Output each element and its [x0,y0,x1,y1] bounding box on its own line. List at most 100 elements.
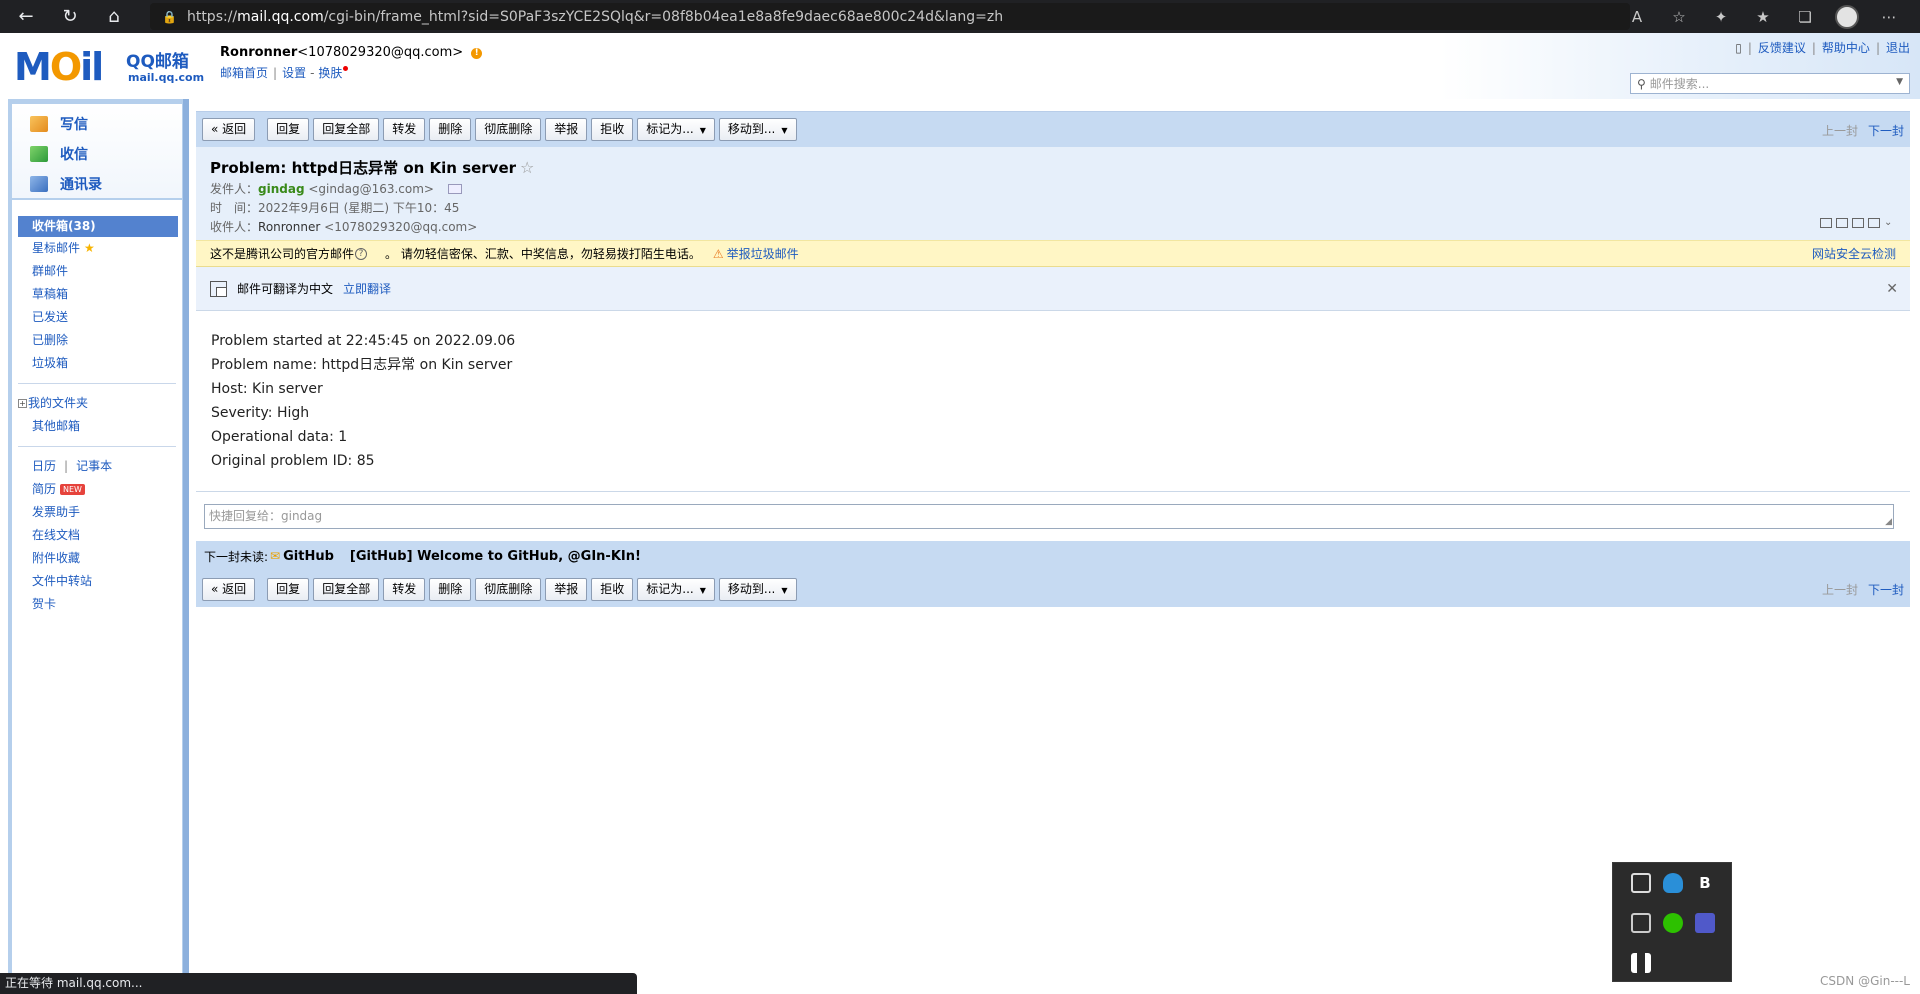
back-icon[interactable]: ← [8,0,44,33]
settings-link[interactable]: 设置 [282,66,306,80]
notes-link[interactable]: 记事本 [76,459,112,473]
profile-avatar[interactable] [1826,0,1868,33]
export-icon[interactable] [1852,218,1864,228]
cloud-check-link[interactable]: 网站安全云检测 [1812,245,1896,262]
close-icon[interactable]: ✕ [1886,281,1898,297]
refresh-icon[interactable]: ↻ [52,0,88,33]
prev-mail-link[interactable]: 上一封 [1822,124,1858,138]
resume-link[interactable]: 简历 NEW [12,478,182,501]
sidebar: 写信 收信 通讯录 收件箱(38) 星标邮件 ★ 群邮件 草稿箱 已发送 已删除 … [12,104,182,994]
folder-spam[interactable]: 垃圾箱 [12,352,182,375]
folder-drafts[interactable]: 草稿箱 [12,283,182,306]
typora-icon[interactable]: B [1695,873,1715,893]
qq-mail-logo[interactable]: MOil QQ邮箱 mail.qq.com [14,45,204,91]
quick-reply-input[interactable]: 快捷回复给：gindag ◢ [204,504,1894,529]
contacts-button[interactable]: 通讯录 [30,174,102,194]
reply-all-button[interactable]: 回复全部 [313,577,380,601]
copy-app-icon[interactable] [1631,913,1651,933]
new-badge: NEW [60,484,85,495]
folder-other-mail[interactable]: 其他邮箱 [12,415,182,438]
next-mail-link[interactable]: 下一封 [1868,124,1904,138]
search-dropdown-icon[interactable]: ▼ [1896,77,1903,87]
bookmark-app-icon[interactable] [1631,953,1651,973]
expand-icon[interactable]: + [18,399,27,408]
chevron-down-icon: ▼ [781,126,788,135]
feedback-link[interactable]: 反馈建议 [1758,41,1806,55]
mail-search-input[interactable]: ⚲ 邮件搜索... ▼ [1630,73,1910,94]
delete-permanently-button[interactable]: 彻底删除 [475,118,542,141]
divider [18,446,176,447]
mark-as-dropdown[interactable]: 标记为... ▼ [637,577,715,601]
forward-button[interactable]: 转发 [383,577,426,601]
chevron-down-icon: ▼ [699,585,706,595]
folder-sent[interactable]: 已发送 [12,306,182,329]
read-aloud-icon[interactable]: A [1616,0,1658,33]
teams-icon[interactable] [1695,913,1715,933]
tool-cards[interactable]: 贺卡 [12,593,182,616]
folder-inbox[interactable]: 收件箱(38) [18,216,178,237]
calendar-notes-row: 日历 | 记事本 [32,459,113,473]
more-icon[interactable]: ⋯ [1868,0,1910,33]
compose-button[interactable]: 写信 [30,114,88,134]
next-unread-from[interactable]: GitHub [283,549,334,564]
receive-button[interactable]: 收信 [30,144,88,164]
folder-my-folders[interactable]: + 我的文件夹 [12,392,182,415]
contact-card-icon[interactable] [447,184,462,194]
source-icon[interactable] [1836,218,1848,228]
favorites-icon[interactable]: ★ [1742,0,1784,33]
back-button[interactable]: « 返回 [202,118,256,141]
calendar-link[interactable]: 日历 [32,459,56,473]
forward-button[interactable]: 转发 [383,118,426,141]
move-to-dropdown[interactable]: 移动到... ▼ [718,118,797,141]
report-spam-link[interactable]: ⚠ 举报垃圾邮件 [713,245,799,262]
print-icon[interactable] [1868,218,1880,228]
help-question-icon[interactable]: ? [355,247,368,260]
reply-button[interactable]: 回复 [267,577,310,601]
back-button[interactable]: « 返回 [202,577,256,601]
star-outline-icon[interactable]: ☆ [520,158,534,177]
skin-link[interactable]: 换肤 [318,66,342,80]
delete-button[interactable]: 删除 [429,118,472,141]
pager: 上一封 下一封 [1822,122,1904,139]
extensions-icon[interactable]: ✦ [1700,0,1742,33]
tool-attachments[interactable]: 附件收藏 [12,547,182,570]
collections-icon[interactable]: ❏ [1784,0,1826,33]
mail-home-link[interactable]: 邮箱首页 [220,66,268,80]
next-unread-subject[interactable]: [GitHub] Welcome to GitHub, @GIn-KIn! [350,549,641,564]
home-icon[interactable]: ⌂ [96,0,132,33]
security-shield-icon[interactable] [1663,873,1683,893]
help-link[interactable]: 帮助中心 [1822,41,1870,55]
reply-all-button[interactable]: 回复全部 [313,118,380,141]
folder-deleted[interactable]: 已删除 [12,329,182,352]
favorite-add-icon[interactable]: ☆ [1658,0,1700,33]
reject-button[interactable]: 拒收 [591,577,634,601]
delete-permanently-button[interactable]: 彻底删除 [475,577,542,601]
prev-mail-link[interactable]: 上一封 [1822,583,1858,597]
remote-desktop-icon[interactable] [1631,873,1651,893]
new-window-icon[interactable] [1820,218,1832,228]
logout-link[interactable]: 退出 [1886,41,1910,55]
tool-invoice[interactable]: 发票助手 [12,501,182,524]
wechat-icon[interactable] [1663,913,1683,933]
delete-button[interactable]: 删除 [429,577,472,601]
warning-icon[interactable]: ! [471,48,483,59]
chevron-down-icon[interactable]: ⌄ [1884,218,1896,228]
tool-file-transfer[interactable]: 文件中转站 [12,570,182,593]
translate-now-link[interactable]: 立即翻译 [343,280,391,297]
move-to-dropdown[interactable]: 移动到... ▼ [718,577,797,601]
address-bar[interactable]: 🔒 https://mail.qq.com/cgi-bin/frame_html… [150,3,1630,30]
folder-starred[interactable]: 星标邮件 ★ [12,237,182,260]
next-mail-link[interactable]: 下一封 [1868,583,1904,597]
resize-grip-icon[interactable]: ◢ [1885,518,1892,527]
report-button[interactable]: 举报 [545,118,588,141]
logo-sub: mail.qq.com [128,71,205,84]
notification-dot [343,66,349,71]
reply-button[interactable]: 回复 [267,118,310,141]
tool-docs[interactable]: 在线文档 [12,524,182,547]
phone-icon[interactable]: ▯ [1735,41,1742,55]
reject-button[interactable]: 拒收 [591,118,634,141]
report-button[interactable]: 举报 [545,577,588,601]
sender-name[interactable]: gindag [258,182,305,196]
mark-as-dropdown[interactable]: 标记为... ▼ [637,118,715,141]
folder-group[interactable]: 群邮件 [12,260,182,283]
